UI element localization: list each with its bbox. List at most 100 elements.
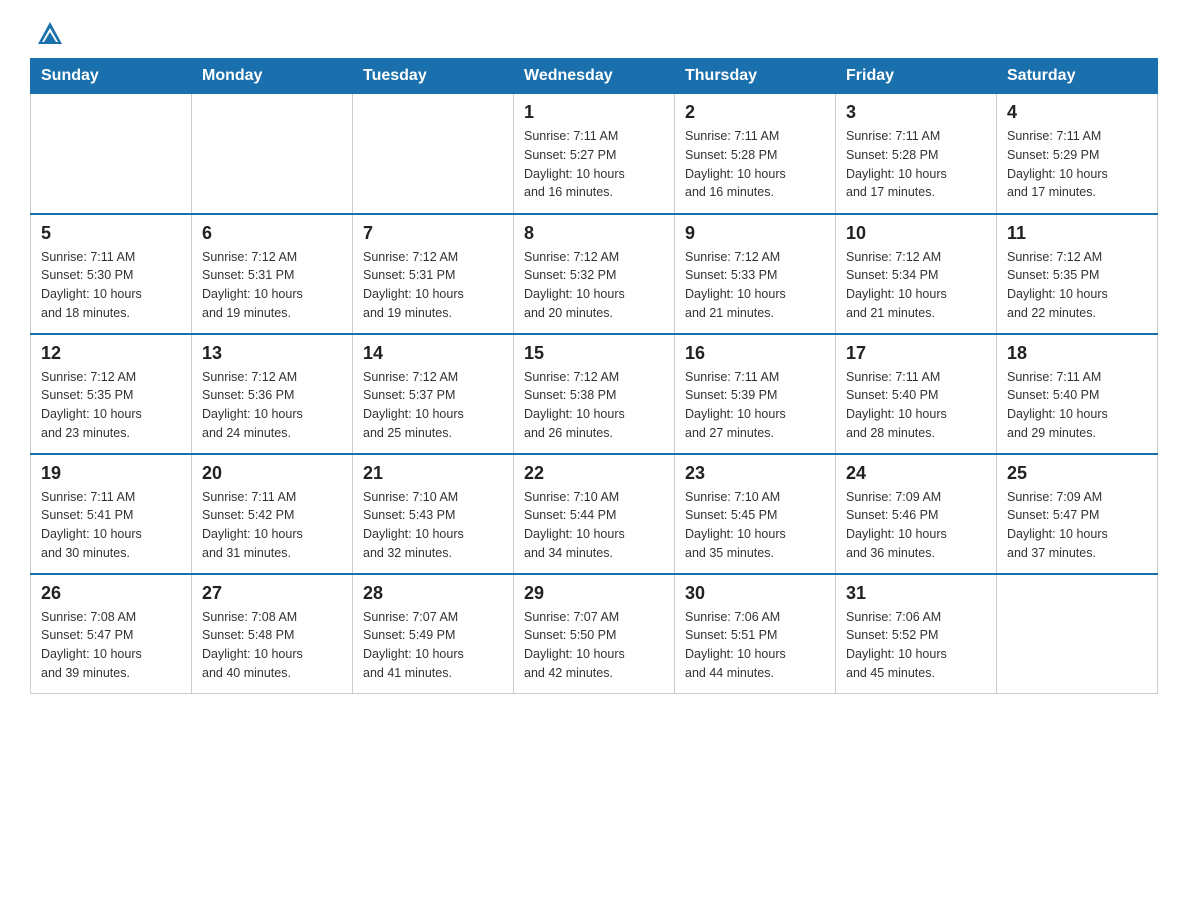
day-number: 6 [202, 223, 342, 244]
day-info: Sunrise: 7:11 AM Sunset: 5:30 PM Dayligh… [41, 248, 181, 323]
day-number: 12 [41, 343, 181, 364]
calendar-day-cell: 9Sunrise: 7:12 AM Sunset: 5:33 PM Daylig… [675, 214, 836, 334]
day-number: 4 [1007, 102, 1147, 123]
calendar-day-cell: 28 Sunrise: 7:07 AM Sunset: 5:49 PM Dayli… [353, 574, 514, 694]
calendar-day-cell: 2Sunrise: 7:11 AM Sunset: 5:28 PM Daylig… [675, 94, 836, 214]
day-number: 8 [524, 223, 664, 244]
day-info: Sunrise: 7:11 AM Sunset: 5:27 PM Dayligh… [524, 127, 664, 202]
day-info: Sunrise: 7:10 AM Sunset: 5:44 PM Dayligh… [524, 488, 664, 563]
day-info: Sunrise: 7:12 AM Sunset: 5:32 PM Dayligh… [524, 248, 664, 323]
day-info: Sunrise: 7:07 AM Sunset: 5:50 PM Dayligh… [524, 608, 664, 683]
day-number: 31 [846, 583, 986, 604]
day-number: 28 [363, 583, 503, 604]
calendar-table: SundayMondayTuesdayWednesdayThursdayFrid… [30, 58, 1158, 694]
day-number: 7 [363, 223, 503, 244]
day-number: 22 [524, 463, 664, 484]
day-number: 14 [363, 343, 503, 364]
header-friday: Friday [836, 59, 997, 94]
calendar-week-row: 5 Sunrise: 7:11 AM Sunset: 5:30 PM Daylig… [31, 214, 1158, 334]
day-number: 16 [685, 343, 825, 364]
day-info: Sunrise: 7:11 AM Sunset: 5:42 PM Dayligh… [202, 488, 342, 563]
calendar-day-cell [31, 94, 192, 214]
day-number: 3 [846, 102, 986, 123]
day-number: 30 [685, 583, 825, 604]
day-number: 1 [524, 102, 664, 123]
calendar-day-cell: 27 Sunrise: 7:08 AM Sunset: 5:48 PM Dayli… [192, 574, 353, 694]
calendar-day-cell: 6 Sunrise: 7:12 AM Sunset: 5:31 PM Daylig… [192, 214, 353, 334]
day-number: 25 [1007, 463, 1147, 484]
header-sunday: Sunday [31, 59, 192, 94]
calendar-day-cell: 29 Sunrise: 7:07 AM Sunset: 5:50 PM Dayli… [514, 574, 675, 694]
day-number: 21 [363, 463, 503, 484]
day-number: 19 [41, 463, 181, 484]
day-info: Sunrise: 7:12 AM Sunset: 5:36 PM Dayligh… [202, 368, 342, 443]
day-number: 2 [685, 102, 825, 123]
calendar-day-cell: 15Sunrise: 7:12 AM Sunset: 5:38 PM Dayli… [514, 334, 675, 454]
calendar-week-row: 1 Sunrise: 7:11 AM Sunset: 5:27 PM Daylig… [31, 94, 1158, 214]
day-number: 26 [41, 583, 181, 604]
day-number: 11 [1007, 223, 1147, 244]
calendar-day-cell: 3 Sunrise: 7:11 AM Sunset: 5:28 PM Daylig… [836, 94, 997, 214]
day-number: 5 [41, 223, 181, 244]
day-info: Sunrise: 7:11 AM Sunset: 5:40 PM Dayligh… [1007, 368, 1147, 443]
calendar-day-cell: 8 Sunrise: 7:12 AM Sunset: 5:32 PM Daylig… [514, 214, 675, 334]
calendar-day-cell: 12 Sunrise: 7:12 AM Sunset: 5:35 PM Dayli… [31, 334, 192, 454]
calendar-day-cell [997, 574, 1158, 694]
calendar-day-cell [192, 94, 353, 214]
day-info: Sunrise: 7:09 AM Sunset: 5:46 PM Dayligh… [846, 488, 986, 563]
calendar-day-cell: 26Sunrise: 7:08 AM Sunset: 5:47 PM Dayli… [31, 574, 192, 694]
day-number: 29 [524, 583, 664, 604]
day-number: 23 [685, 463, 825, 484]
day-info: Sunrise: 7:12 AM Sunset: 5:35 PM Dayligh… [41, 368, 181, 443]
day-info: Sunrise: 7:11 AM Sunset: 5:41 PM Dayligh… [41, 488, 181, 563]
day-info: Sunrise: 7:10 AM Sunset: 5:45 PM Dayligh… [685, 488, 825, 563]
header-saturday: Saturday [997, 59, 1158, 94]
calendar-day-cell: 30 Sunrise: 7:06 AM Sunset: 5:51 PM Dayli… [675, 574, 836, 694]
calendar-day-cell: 23 Sunrise: 7:10 AM Sunset: 5:45 PM Dayli… [675, 454, 836, 574]
day-info: Sunrise: 7:11 AM Sunset: 5:28 PM Dayligh… [846, 127, 986, 202]
day-info: Sunrise: 7:11 AM Sunset: 5:39 PM Dayligh… [685, 368, 825, 443]
day-info: Sunrise: 7:06 AM Sunset: 5:52 PM Dayligh… [846, 608, 986, 683]
day-info: Sunrise: 7:12 AM Sunset: 5:31 PM Dayligh… [202, 248, 342, 323]
header-wednesday: Wednesday [514, 59, 675, 94]
calendar-day-cell: 14 Sunrise: 7:12 AM Sunset: 5:37 PM Dayli… [353, 334, 514, 454]
calendar-day-cell: 1 Sunrise: 7:11 AM Sunset: 5:27 PM Daylig… [514, 94, 675, 214]
day-info: Sunrise: 7:12 AM Sunset: 5:34 PM Dayligh… [846, 248, 986, 323]
day-number: 27 [202, 583, 342, 604]
calendar-week-row: 12 Sunrise: 7:12 AM Sunset: 5:35 PM Dayli… [31, 334, 1158, 454]
calendar-day-cell: 11 Sunrise: 7:12 AM Sunset: 5:35 PM Dayli… [997, 214, 1158, 334]
day-number: 15 [524, 343, 664, 364]
day-info: Sunrise: 7:08 AM Sunset: 5:48 PM Dayligh… [202, 608, 342, 683]
calendar-day-cell: 7Sunrise: 7:12 AM Sunset: 5:31 PM Daylig… [353, 214, 514, 334]
calendar-day-cell: 10 Sunrise: 7:12 AM Sunset: 5:34 PM Dayli… [836, 214, 997, 334]
calendar-day-cell: 22 Sunrise: 7:10 AM Sunset: 5:44 PM Dayli… [514, 454, 675, 574]
day-number: 20 [202, 463, 342, 484]
day-info: Sunrise: 7:06 AM Sunset: 5:51 PM Dayligh… [685, 608, 825, 683]
day-info: Sunrise: 7:12 AM Sunset: 5:33 PM Dayligh… [685, 248, 825, 323]
calendar-day-cell: 13 Sunrise: 7:12 AM Sunset: 5:36 PM Dayli… [192, 334, 353, 454]
day-info: Sunrise: 7:11 AM Sunset: 5:29 PM Dayligh… [1007, 127, 1147, 202]
day-number: 13 [202, 343, 342, 364]
logo-triangle-icon [36, 20, 64, 48]
day-info: Sunrise: 7:09 AM Sunset: 5:47 PM Dayligh… [1007, 488, 1147, 563]
day-info: Sunrise: 7:11 AM Sunset: 5:40 PM Dayligh… [846, 368, 986, 443]
calendar-week-row: 26Sunrise: 7:08 AM Sunset: 5:47 PM Dayli… [31, 574, 1158, 694]
calendar-day-cell: 16 Sunrise: 7:11 AM Sunset: 5:39 PM Dayli… [675, 334, 836, 454]
calendar-day-cell: 31 Sunrise: 7:06 AM Sunset: 5:52 PM Dayli… [836, 574, 997, 694]
calendar-day-cell: 21 Sunrise: 7:10 AM Sunset: 5:43 PM Dayli… [353, 454, 514, 574]
day-number: 10 [846, 223, 986, 244]
day-info: Sunrise: 7:12 AM Sunset: 5:37 PM Dayligh… [363, 368, 503, 443]
calendar-day-cell: 17Sunrise: 7:11 AM Sunset: 5:40 PM Dayli… [836, 334, 997, 454]
calendar-day-cell: 24 Sunrise: 7:09 AM Sunset: 5:46 PM Dayli… [836, 454, 997, 574]
header-tuesday: Tuesday [353, 59, 514, 94]
day-number: 24 [846, 463, 986, 484]
day-info: Sunrise: 7:12 AM Sunset: 5:35 PM Dayligh… [1007, 248, 1147, 323]
calendar-day-cell: 4 Sunrise: 7:11 AM Sunset: 5:29 PM Daylig… [997, 94, 1158, 214]
day-info: Sunrise: 7:10 AM Sunset: 5:43 PM Dayligh… [363, 488, 503, 563]
page-header [30, 20, 1158, 48]
calendar-day-cell: 5 Sunrise: 7:11 AM Sunset: 5:30 PM Daylig… [31, 214, 192, 334]
calendar-week-row: 19 Sunrise: 7:11 AM Sunset: 5:41 PM Dayli… [31, 454, 1158, 574]
calendar-day-cell: 20 Sunrise: 7:11 AM Sunset: 5:42 PM Dayli… [192, 454, 353, 574]
day-info: Sunrise: 7:07 AM Sunset: 5:49 PM Dayligh… [363, 608, 503, 683]
calendar-header-row: SundayMondayTuesdayWednesdayThursdayFrid… [31, 59, 1158, 94]
